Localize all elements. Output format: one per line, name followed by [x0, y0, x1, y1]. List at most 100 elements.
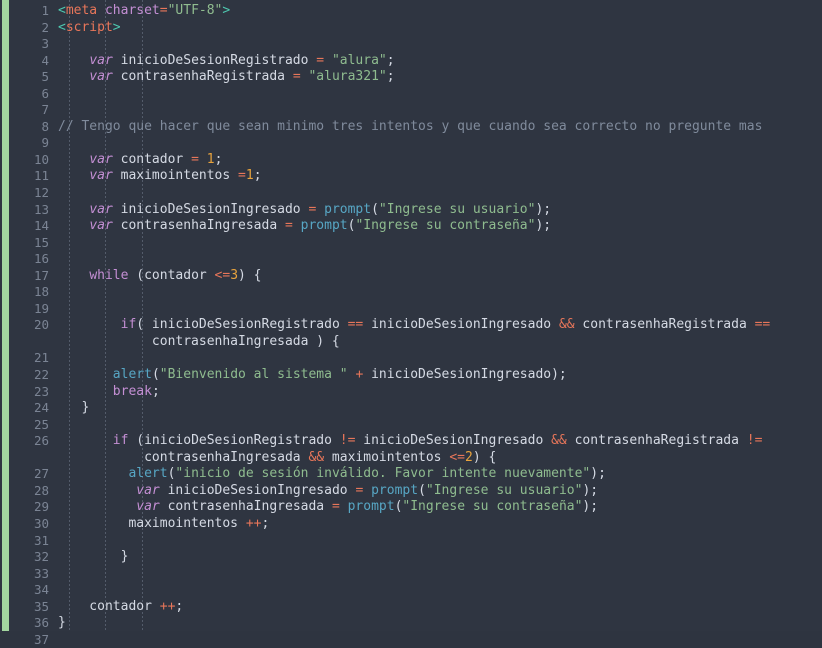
line-number-20[interactable]: 20: [0, 317, 58, 334]
line-number-34[interactable]: 34: [0, 582, 58, 599]
token-func: prompt: [347, 499, 395, 515]
code-line-10[interactable]: var contador = 1;: [58, 152, 822, 169]
token-punct: ;: [214, 151, 223, 167]
code-line-36[interactable]: }: [58, 615, 822, 631]
code-line-7[interactable]: [58, 102, 822, 119]
line-number-1[interactable]: 1: [0, 3, 58, 20]
code-editor[interactable]: 1 2 3 4 5 6 7 8 9 10 11 12 13 14 15 16 17 18 19 20 21 22 23 24…: [0, 0, 822, 647]
line-number-22[interactable]: 22: [0, 367, 58, 384]
line-number-16[interactable]: 16: [0, 251, 58, 268]
code-line-24[interactable]: }: [58, 400, 822, 417]
line-number-10[interactable]: 10: [0, 152, 58, 169]
line-number-12[interactable]: 12: [0, 185, 58, 202]
code-line-1[interactable]: <meta charset="UTF-8">: [58, 3, 822, 20]
code-line-14[interactable]: var contrasenhaIngresada = prompt("Ingre…: [58, 218, 822, 235]
code-line-18[interactable]: [58, 284, 822, 301]
code-line-23[interactable]: break;: [58, 384, 822, 401]
line-number-23[interactable]: 23: [0, 384, 58, 401]
code-line-29[interactable]: var contrasenhaIngresada = prompt("Ingre…: [58, 499, 822, 516]
line-number-37[interactable]: 37: [0, 632, 58, 648]
code-line-9[interactable]: [58, 135, 822, 152]
line-number-30[interactable]: 30: [0, 516, 58, 533]
token-plain: contrasenhaRegistrada: [112, 69, 293, 85]
line-number-32[interactable]: 32: [0, 549, 58, 566]
line-number-wrap-continuation[interactable]: [0, 450, 58, 467]
code-line-25[interactable]: [58, 417, 822, 434]
code-line-27[interactable]: alert("inicio de sesión inválido. Favor …: [58, 466, 822, 483]
line-number-6[interactable]: 6: [0, 86, 58, 103]
line-number-9[interactable]: 9: [0, 135, 58, 152]
token-string: "alura321": [308, 69, 387, 85]
line-number-17[interactable]: 17: [0, 268, 58, 285]
line-number-29[interactable]: 29: [0, 499, 58, 516]
line-number-15[interactable]: 15: [0, 235, 58, 252]
code-line-35[interactable]: contador ++;: [58, 599, 822, 616]
token-string: "Ingrese su usuario": [378, 201, 536, 217]
line-number-36[interactable]: 36: [0, 615, 58, 632]
code-line-2[interactable]: <script>: [58, 20, 822, 37]
code-line-26[interactable]: if (inicioDeSesionRegistrado != inicioDe…: [58, 433, 822, 450]
code-line-28[interactable]: var inicioDeSesionIngresado = prompt("In…: [58, 483, 822, 500]
line-number-19[interactable]: 19: [0, 301, 58, 318]
code-line-15[interactable]: [58, 235, 822, 252]
line-number-21[interactable]: 21: [0, 350, 58, 367]
token-string: "alura": [331, 52, 387, 68]
code-line-5[interactable]: var contrasenhaRegistrada = "alura321";: [58, 69, 822, 86]
line-number-3[interactable]: 3: [0, 36, 58, 53]
line-number-7[interactable]: 7: [0, 102, 58, 119]
code-line-11[interactable]: var maximointentos =1;: [58, 168, 822, 185]
token-plain: (inicioDeSesionRegistrado: [128, 433, 340, 449]
code-line-32[interactable]: }: [58, 549, 822, 566]
token-plain: contrasenhaRegistrada: [574, 317, 755, 333]
line-number-18[interactable]: 18: [0, 284, 58, 301]
code-line-cont-20[interactable]: contrasenhaIngresada ) {: [58, 334, 822, 351]
token-punct: );: [590, 466, 606, 482]
code-line-21[interactable]: [58, 350, 822, 367]
token-func: prompt: [371, 482, 419, 498]
line-number-13[interactable]: 13: [0, 202, 58, 219]
token-kw-ctrl: if: [120, 317, 137, 333]
token-punct: (: [371, 201, 379, 217]
code-line-17[interactable]: while (contador <=3) {: [58, 268, 822, 285]
token-bracket: <: [58, 19, 66, 35]
code-line-34[interactable]: [58, 582, 822, 599]
line-number-wrap-continuation[interactable]: [0, 334, 58, 351]
code-line-6[interactable]: [58, 86, 822, 103]
code-content-area[interactable]: <meta charset="UTF-8"> <script> var inici…: [58, 0, 822, 631]
line-number-24[interactable]: 24: [0, 400, 58, 417]
line-number-27[interactable]: 27: [0, 466, 58, 483]
code-line-31[interactable]: [58, 533, 822, 550]
token-plain: inicioDeSesionIngresado: [363, 317, 559, 333]
code-line-4[interactable]: var inicioDeSesionRegistrado = "alura";: [58, 53, 822, 70]
code-line-20[interactable]: if( inicioDeSesionRegistrado == inicioDe…: [58, 317, 822, 334]
line-number-4[interactable]: 4: [0, 53, 58, 70]
line-number-2[interactable]: 2: [0, 20, 58, 37]
line-number-35[interactable]: 35: [0, 599, 58, 616]
line-number-gutter[interactable]: 1 2 3 4 5 6 7 8 9 10 11 12 13 14 15 16 17 18 19 20 21 22 23 24…: [0, 0, 58, 648]
line-number-5[interactable]: 5: [0, 69, 58, 86]
line-number-14[interactable]: 14: [0, 218, 58, 235]
code-line-13[interactable]: var inicioDeSesionIngresado = prompt("In…: [58, 202, 822, 219]
line-number-8[interactable]: 8: [0, 119, 58, 136]
line-number-25[interactable]: 25: [0, 417, 58, 434]
code-line-16[interactable]: [58, 251, 822, 268]
line-number-11[interactable]: 11: [0, 168, 58, 185]
code-line-30[interactable]: maximointentos ++;: [58, 516, 822, 533]
token-kw-ctrl: while: [89, 267, 129, 283]
line-number-28[interactable]: 28: [0, 483, 58, 500]
token-tag: meta: [65, 3, 98, 18]
line-number-33[interactable]: 33: [0, 566, 58, 583]
token-plain: contrasenhaIngresada: [58, 449, 309, 465]
code-line-22[interactable]: alert("Bienvenido al sistema " + inicioD…: [58, 367, 822, 384]
line-number-26[interactable]: 26: [0, 433, 58, 450]
code-line-3[interactable]: [58, 36, 822, 53]
code-line-8[interactable]: // Tengo que hacer que sean minimo tres …: [58, 119, 822, 136]
code-line-19[interactable]: [58, 301, 822, 318]
code-line-12[interactable]: [58, 185, 822, 202]
code-line-33[interactable]: [58, 566, 822, 583]
line-number-31[interactable]: 31: [0, 533, 58, 550]
code-line-cont-27[interactable]: contrasenhaIngresada && maximointentos <…: [58, 450, 822, 467]
